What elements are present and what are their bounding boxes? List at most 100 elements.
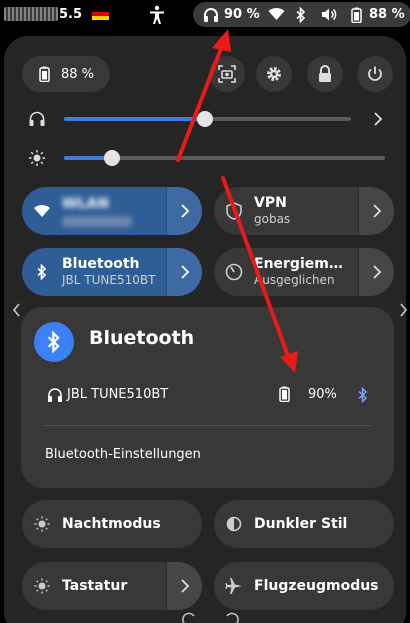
vpn-title: VPN: [254, 195, 287, 211]
chevron-right-icon: [372, 204, 381, 218]
power-button[interactable]: [357, 56, 393, 92]
battery-icon: [279, 386, 290, 402]
energy-mode-toggle[interactable]: Energiem… Ausgeglichen: [214, 248, 358, 296]
keyboard-icon: [34, 578, 50, 594]
redacted-date: [4, 7, 58, 21]
energy-mode-tile[interactable]: Energiem… Ausgeglichen: [214, 248, 394, 296]
wlan-title: WLAN: [62, 195, 109, 212]
bluetooth-toggle[interactable]: Bluetooth JBL TUNE510BT: [22, 248, 166, 296]
wlan-toggle[interactable]: WLAN: [22, 187, 166, 235]
lock-button[interactable]: [307, 56, 343, 92]
keyboard-expand-button[interactable]: [166, 562, 202, 610]
bluetooth-device-item[interactable]: JBL TUNE510BT 90%: [45, 386, 375, 406]
rotate-right-icon[interactable]: [224, 612, 240, 623]
wlan-tile[interactable]: WLAN: [22, 187, 202, 235]
headphones-status: 90 %: [203, 2, 260, 27]
battery-pill[interactable]: 88 %: [22, 56, 110, 92]
chevron-right-icon: [372, 265, 381, 279]
keyboard-tile[interactable]: Tastatur: [22, 562, 202, 610]
night-mode-toggle[interactable]: Nachtmodus: [22, 500, 202, 548]
bluetooth-submenu-title: Bluetooth: [89, 327, 195, 349]
airplane-mode-title: Flugzeugmodus: [254, 577, 379, 594]
keyboard-layout-flag-icon[interactable]: [92, 8, 109, 20]
bluetooth-device-battery: 90%: [308, 387, 337, 402]
brightness-icon: [29, 150, 45, 166]
energy-mode-subtitle: Ausgeglichen: [254, 273, 335, 287]
airplane-mode-tile[interactable]: Flugzeugmodus: [214, 562, 394, 610]
chevron-right-icon: [180, 204, 189, 218]
bluetooth-icon: [37, 264, 47, 280]
bluetooth-subtitle: JBL TUNE510BT: [62, 273, 156, 287]
vpn-tile[interactable]: VPN gobas: [214, 187, 394, 235]
dark-style-toggle[interactable]: Dunkler Stil: [214, 500, 394, 548]
volume-slider-row: [22, 107, 392, 131]
system-status-menu[interactable]: 90 % 88 %: [193, 2, 410, 27]
bluetooth-header-icon: [34, 322, 74, 362]
gear-icon: [267, 67, 281, 81]
vpn-toggle[interactable]: VPN gobas: [214, 187, 358, 235]
keyboard-toggle[interactable]: Tastatur: [22, 562, 166, 610]
volume-slider[interactable]: [64, 111, 351, 127]
brightness-slider-row: [22, 146, 392, 170]
rotate-left-icon[interactable]: [181, 612, 197, 623]
page-left-button[interactable]: [9, 300, 23, 320]
airplane-mode-toggle[interactable]: Flugzeugmodus: [214, 562, 394, 610]
night-icon: [34, 516, 50, 532]
contrast-icon: [226, 516, 242, 532]
lock-icon: [319, 65, 331, 82]
volume-slider-fill: [64, 117, 205, 121]
headphones-icon: [204, 7, 218, 22]
bluetooth-expand-button[interactable]: [166, 248, 202, 296]
energy-mode-title: Energiem…: [254, 256, 343, 272]
chevron-right-icon[interactable]: [373, 111, 383, 127]
battery-percentage: 88 %: [61, 66, 95, 82]
chevron-right-icon: [399, 303, 407, 317]
brightness-slider[interactable]: [64, 150, 385, 166]
bluetooth-title: Bluetooth: [62, 256, 140, 272]
gauge-icon: [225, 263, 243, 281]
volume-icon: [322, 8, 337, 21]
bluetooth-submenu: Bluetooth JBL TUNE510BT 90% Bluetooth-Ei…: [21, 307, 394, 488]
headphones-icon: [48, 388, 62, 402]
volume-slider-handle[interactable]: [196, 111, 213, 127]
wlan-network-name: [62, 215, 132, 227]
system-battery-status: 88 %: [351, 2, 405, 27]
battery-icon: [351, 7, 362, 23]
bluetooth-submenu-divider: [45, 425, 372, 426]
keyboard-title: Tastatur: [62, 577, 128, 594]
clock[interactable]: 5.5: [4, 5, 82, 23]
headphones-icon[interactable]: [28, 110, 46, 128]
wifi-icon: [34, 204, 50, 217]
chevron-right-icon: [180, 265, 189, 279]
wlan-expand-button[interactable]: [166, 187, 202, 235]
shield-icon: [226, 202, 242, 220]
battery-icon: [39, 66, 50, 82]
brightness-slider-handle[interactable]: [104, 150, 121, 166]
accessibility-icon[interactable]: [148, 5, 166, 25]
dark-style-title: Dunkler Stil: [254, 515, 348, 532]
chevron-left-icon: [12, 303, 20, 317]
night-mode-title: Nachtmodus: [62, 515, 161, 532]
airplane-icon: [225, 578, 242, 594]
system-battery-text: 88 %: [369, 7, 405, 22]
headphones-battery-text: 90 %: [224, 7, 260, 22]
screenshot-icon: [218, 65, 236, 83]
wifi-icon: [268, 7, 285, 21]
vpn-expand-button[interactable]: [358, 187, 394, 235]
vpn-subtitle: gobas: [254, 212, 291, 226]
screenshot-button[interactable]: [209, 56, 245, 92]
night-mode-tile[interactable]: Nachtmodus: [22, 500, 202, 548]
bluetooth-icon: [296, 7, 306, 23]
clock-suffix: 5.5: [58, 6, 82, 22]
page-right-button[interactable]: [396, 300, 410, 320]
bluetooth-connected-icon: [358, 387, 368, 403]
dark-style-tile[interactable]: Dunkler Stil: [214, 500, 394, 548]
top-bar: 5.5 90 % 88 %: [0, 0, 410, 30]
bluetooth-settings-link[interactable]: Bluetooth-Einstellungen: [45, 447, 201, 462]
bluetooth-tile[interactable]: Bluetooth JBL TUNE510BT: [22, 248, 202, 296]
bluetooth-device-name: JBL TUNE510BT: [67, 387, 169, 402]
power-icon: [368, 66, 382, 81]
energy-mode-expand-button[interactable]: [358, 248, 394, 296]
settings-button[interactable]: [256, 56, 292, 92]
bluetooth-icon: [47, 331, 60, 353]
